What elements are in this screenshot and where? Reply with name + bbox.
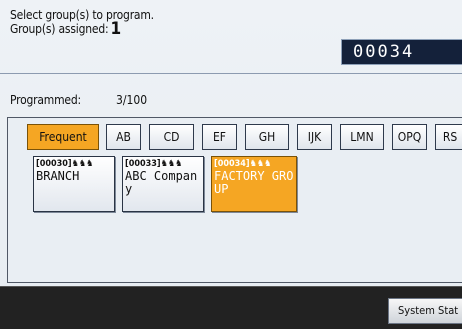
registration-number-display: 00034 <box>341 39 462 65</box>
tab-ijk[interactable]: IJK <box>297 124 332 150</box>
tab-ab[interactable]: AB <box>106 124 141 150</box>
group-icon: ♞♞♞ <box>71 159 94 169</box>
tab-lmn[interactable]: LMN <box>340 124 384 150</box>
entry-name: BRANCH <box>36 169 80 183</box>
tab-opq[interactable]: OPQ <box>392 124 427 150</box>
instruction-text: Select group(s) to program. <box>10 8 154 22</box>
system-status-button[interactable]: System Stat <box>388 298 462 324</box>
programmed-value: 3/100 <box>116 93 148 107</box>
tab-ef[interactable]: EF <box>202 124 237 150</box>
group-icon: ♞♞♞ <box>160 159 183 169</box>
group-entry-branch[interactable]: [00030]♞♞♞ BRANCH <box>33 156 115 212</box>
entry-number: [00034] <box>214 159 250 169</box>
tab-gh[interactable]: GH <box>245 124 289 150</box>
entry-name: FACTORY GROUP <box>214 169 294 196</box>
tab-frequent[interactable]: Frequent <box>27 124 99 150</box>
group-entry-abc-company[interactable]: [00033]♞♞♞ ABC Company <box>122 156 204 212</box>
assigned-count: 1 <box>110 19 121 39</box>
entry-name: ABC Company <box>125 169 198 196</box>
tab-cd[interactable]: CD <box>149 124 194 150</box>
programmed-label: Programmed: <box>10 93 81 107</box>
entry-number: [00033] <box>125 159 161 169</box>
group-icon: ♞♞♞ <box>249 159 272 169</box>
assigned-label: Group(s) assigned: <box>10 22 109 36</box>
divider <box>0 73 462 74</box>
groups-assigned: Group(s) assigned: 1 <box>10 19 121 39</box>
entry-number: [00030] <box>36 159 72 169</box>
group-entry-factory-group[interactable]: [00034]♞♞♞ FACTORY GROUP <box>211 156 297 212</box>
tab-rs[interactable]: RS <box>435 124 462 150</box>
